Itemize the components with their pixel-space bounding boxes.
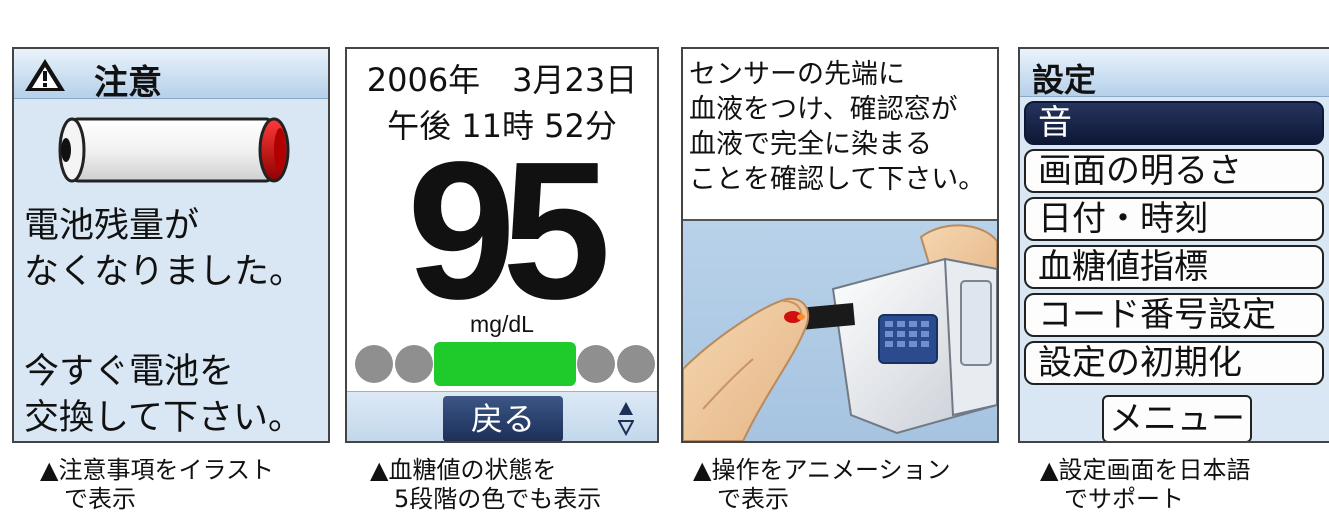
glucose-unit: mg/dL — [470, 311, 534, 337]
settings-item-date-time[interactable]: 日付・時刻 — [1024, 197, 1324, 241]
reading-date: 2006年 3月23日 — [366, 61, 638, 99]
level-indicator-2 — [395, 345, 433, 383]
battery-message-line1: 電池残量が — [24, 206, 200, 246]
caution-caption: ▲注意事項をイラスト で表示 — [40, 456, 274, 513]
battery-message-line2: なくなりました。 — [24, 252, 305, 292]
blood-sample-illustration — [683, 219, 997, 441]
level-indicator-5 — [617, 345, 655, 383]
settings-header: 設定 — [1020, 49, 1329, 99]
settings-item-glucose-index[interactable]: 血糖値指標 — [1024, 245, 1324, 289]
level-indicator-3 — [434, 342, 576, 386]
menu-button[interactable]: メニュー — [1102, 395, 1252, 441]
empty-battery-icon — [58, 117, 290, 183]
level-indicator-1 — [355, 345, 393, 383]
glucose-level-scale — [355, 342, 655, 386]
replace-message-line1: 今すぐ電池を — [24, 352, 235, 392]
settings-caption: ▲設定画面を日本語 でサポート — [1040, 456, 1251, 513]
settings-item-code-number[interactable]: コード番号設定 — [1024, 293, 1324, 337]
settings-item-sound[interactable]: 音 — [1024, 101, 1324, 145]
caution-header: 注意 — [14, 49, 328, 103]
glucose-footer: 戻る — [347, 391, 657, 441]
glucose-value: 95 — [406, 121, 611, 340]
back-button[interactable]: 戻る — [443, 396, 563, 441]
settings-item-brightness[interactable]: 画面の明るさ — [1024, 149, 1324, 193]
instruction-screen: センサーの先端に 血液をつけ、確認窓が 血液で完全に染まる ことを確認して下さい… — [681, 47, 999, 443]
settings-title: 設定 — [1032, 61, 1097, 99]
settings-item-reset[interactable]: 設定の初期化 — [1024, 341, 1324, 385]
glucose-screen: 2006年 3月23日 午後 11時 52分 95 mg/dL 戻る — [345, 47, 659, 443]
instruction-text: センサーの先端に 血液をつけ、確認窓が 血液で完全に染まる ことを確認して下さい… — [689, 59, 986, 195]
replace-message-line2: 交換して下さい。 — [24, 398, 303, 438]
caution-screen: 注意 電池残量が なくなりました。 今すぐ電池を 交換して下さい。 — [12, 47, 330, 443]
level-indicator-4 — [577, 345, 615, 383]
caution-title: 注意 — [94, 63, 162, 103]
settings-screen: 設定 音 画面の明るさ 日付・時刻 血糖値指標 コード番号設定 設定の初期化 メ… — [1018, 47, 1329, 443]
glucose-caption: ▲血糖値の状態を 5段階の色でも表示 — [370, 456, 602, 513]
scroll-arrows-icon[interactable] — [618, 400, 634, 436]
instruction-caption: ▲操作をアニメーション で表示 — [693, 456, 951, 513]
warning-icon — [25, 59, 65, 91]
